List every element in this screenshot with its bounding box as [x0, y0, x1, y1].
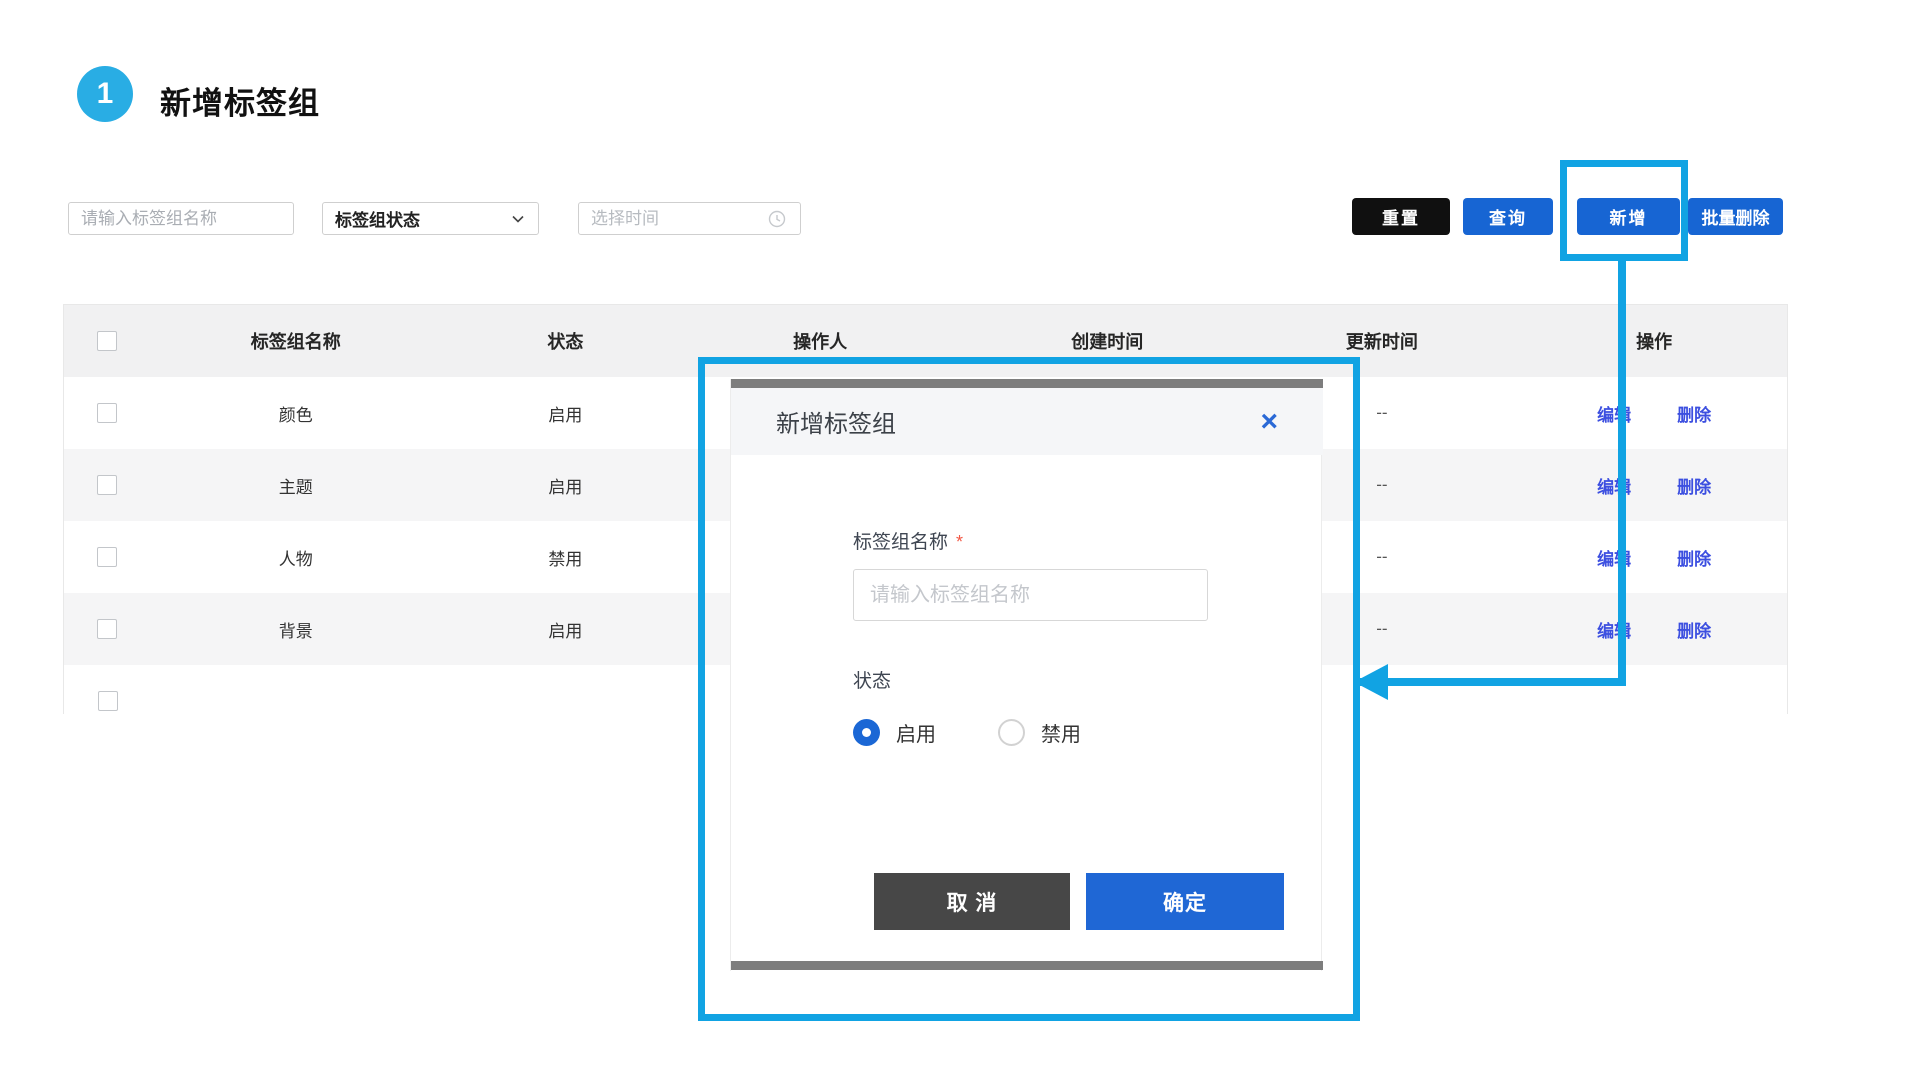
edit-link[interactable]: 编辑 — [1597, 545, 1631, 570]
row-status: 启用 — [441, 401, 691, 426]
row-name: 颜色 — [151, 401, 441, 426]
tag-group-status-select[interactable]: 标签组状态 — [322, 202, 539, 235]
row-checkbox[interactable] — [97, 475, 117, 495]
step-number-badge: 1 — [77, 66, 133, 122]
delete-link[interactable]: 删除 — [1677, 473, 1711, 498]
header-action: 操作 — [1499, 328, 1787, 354]
connector-arrow-vertical — [1618, 261, 1626, 686]
add-button-highlight-frame — [1560, 160, 1688, 261]
page-title: 新增标签组 — [160, 78, 320, 123]
row-name: 背景 — [151, 617, 441, 642]
page: 1 新增标签组 标签组状态 重置 查询 新增 批量删除 标签组名称 状态 操作人… — [0, 0, 1920, 1080]
row-checkbox[interactable] — [97, 547, 117, 567]
row-name: 主题 — [151, 473, 441, 498]
search-button[interactable]: 查询 — [1463, 198, 1553, 235]
chevron-down-icon — [510, 211, 526, 227]
connector-arrow-horizontal — [1360, 678, 1626, 686]
edit-link[interactable]: 编辑 — [1597, 617, 1631, 642]
delete-link[interactable]: 删除 — [1677, 401, 1711, 426]
header-updated: 更新时间 — [1265, 328, 1500, 354]
row-checkbox[interactable] — [97, 403, 117, 423]
row-status: 禁用 — [441, 545, 691, 570]
edit-link[interactable]: 编辑 — [1597, 401, 1631, 426]
batch-delete-button[interactable]: 批量删除 — [1688, 198, 1783, 235]
row-status: 启用 — [441, 473, 691, 498]
clock-icon — [768, 210, 786, 228]
select-all-checkbox[interactable] — [97, 331, 117, 351]
delete-link[interactable]: 删除 — [1677, 617, 1711, 642]
tag-group-name-input[interactable] — [68, 202, 294, 235]
row-status: 启用 — [441, 617, 691, 642]
row-checkbox[interactable] — [98, 691, 118, 711]
modal-highlight-frame — [698, 357, 1360, 1021]
header-status: 状态 — [441, 328, 691, 354]
header-name: 标签组名称 — [151, 328, 441, 354]
row-name: 人物 — [151, 545, 441, 570]
reset-button[interactable]: 重置 — [1352, 198, 1450, 235]
header-operator: 操作人 — [690, 328, 950, 354]
header-created: 创建时间 — [950, 328, 1265, 354]
row-checkbox[interactable] — [97, 619, 117, 639]
status-select-value: 标签组状态 — [335, 206, 510, 231]
delete-link[interactable]: 删除 — [1677, 545, 1711, 570]
edit-link[interactable]: 编辑 — [1597, 473, 1631, 498]
